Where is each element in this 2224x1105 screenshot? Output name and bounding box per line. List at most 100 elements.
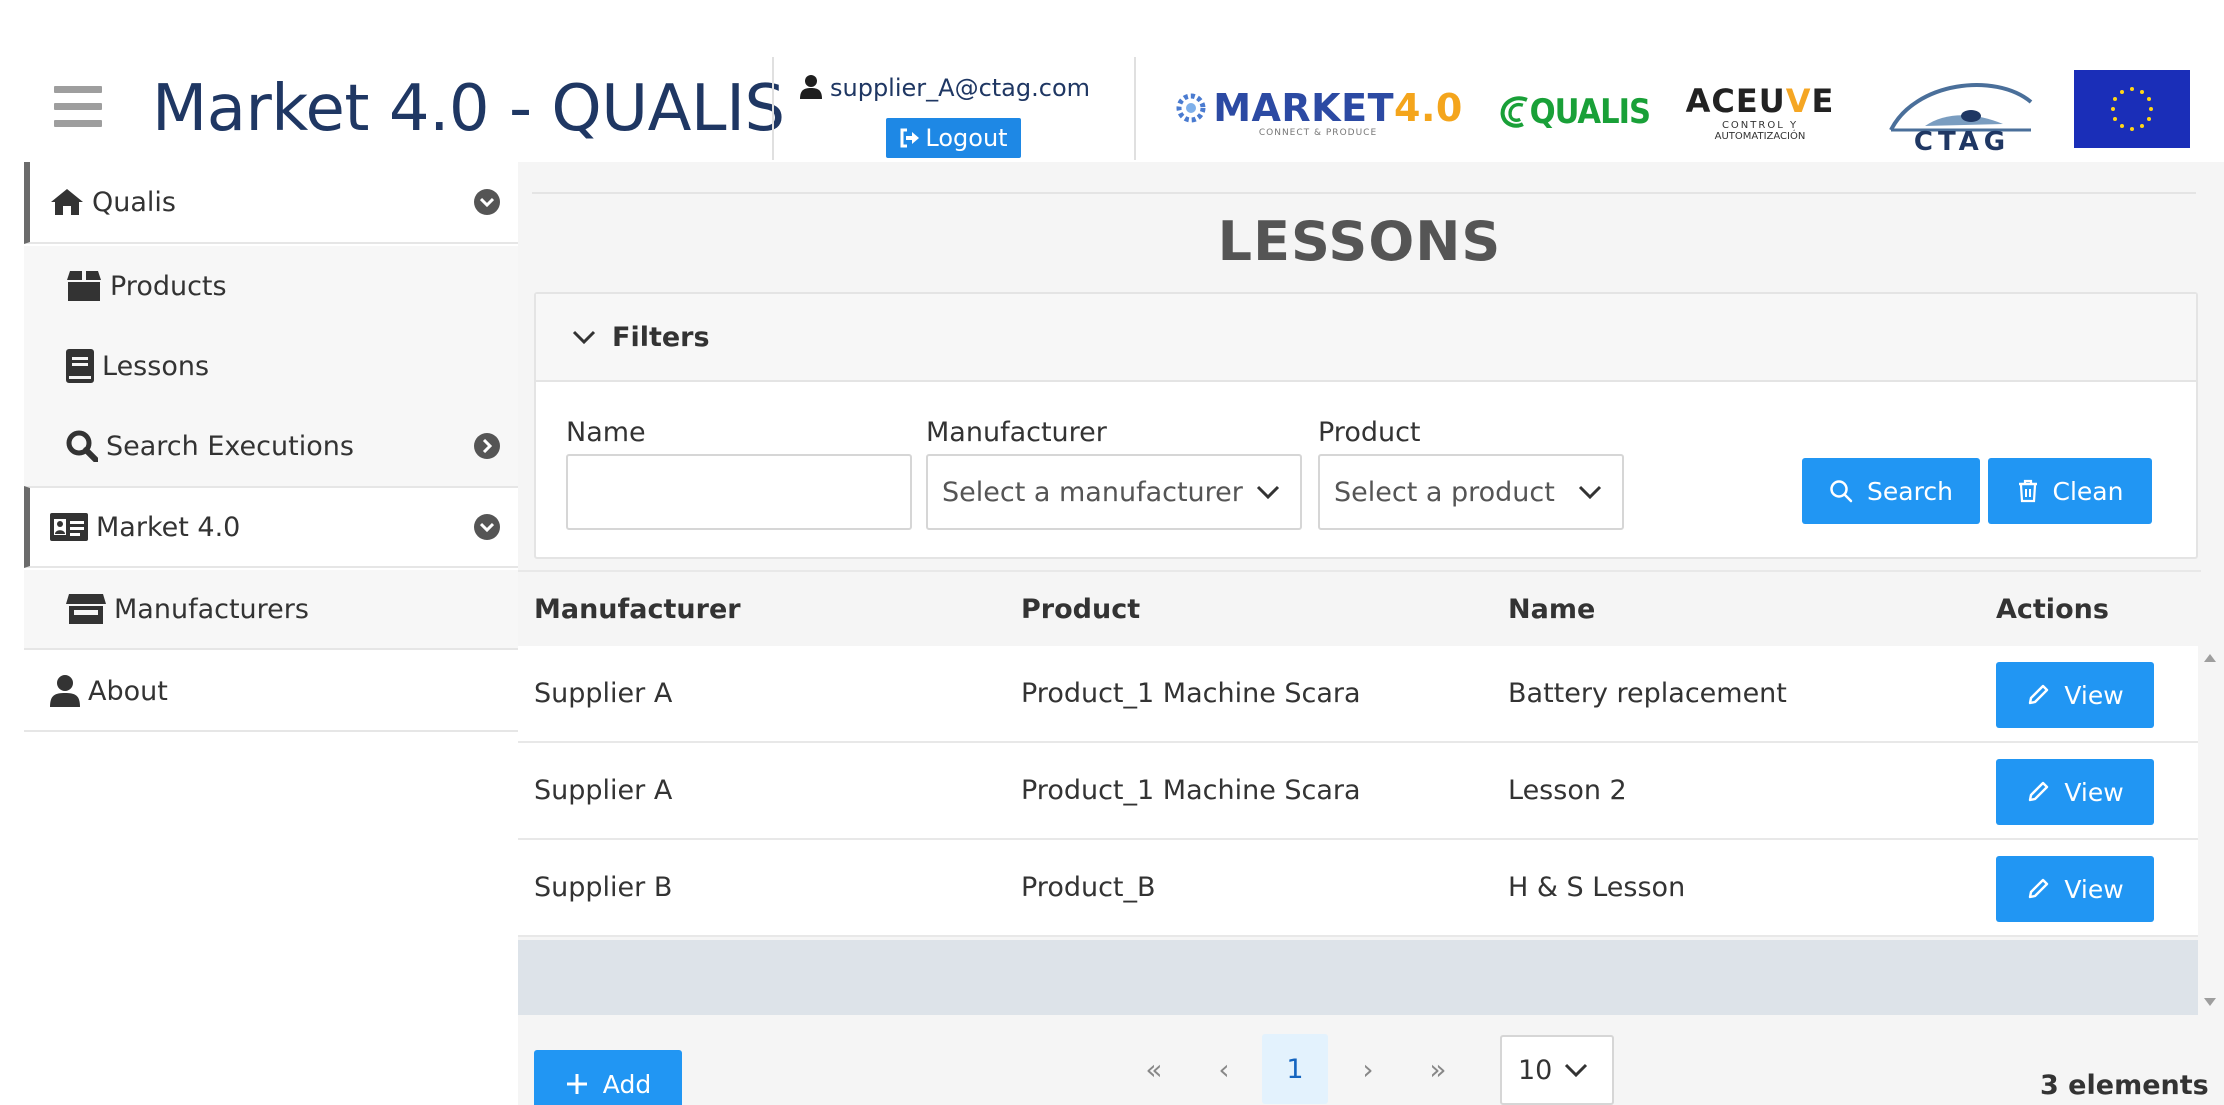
aceuve-subtitle-1: CONTROL Y (1721, 120, 1799, 131)
header-divider (772, 57, 774, 160)
chevron-down-icon (1565, 1063, 1588, 1077)
sidebar-item-manufacturers[interactable]: Manufacturers (24, 570, 518, 650)
table-row: Supplier A Product_1 Machine Scara Batte… (518, 646, 2198, 743)
cell-product: Product_B (1021, 872, 1156, 903)
app-title: Market 4.0 - QUALIS (152, 72, 785, 146)
table-empty-area (518, 940, 2198, 1015)
view-button[interactable]: View (1996, 662, 2154, 728)
name-label: Name (566, 417, 646, 448)
app-header: Market 4.0 - QUALIS supplier_A@ctag.com … (0, 0, 2224, 162)
user-email: supplier_A@ctag.com (830, 74, 1091, 102)
market-logo-tagline: CONNECT & PRODUCE (1258, 128, 1378, 138)
filters-panel: Filters Name Manufacturer Select a manuf… (534, 292, 2198, 559)
scroll-down-arrow-icon[interactable] (2204, 998, 2216, 1006)
clean-button-label: Clean (2052, 476, 2124, 506)
sidebar-item-products[interactable]: Products (24, 246, 518, 326)
product-select[interactable]: Select a product (1318, 454, 1624, 530)
aceuve-text-e: E (1811, 82, 1835, 120)
search-button[interactable]: Search (1802, 458, 1980, 524)
table-body: Supplier A Product_1 Machine Scara Batte… (518, 646, 2198, 937)
id-card-icon (50, 513, 88, 541)
qualis-swirl-icon (1500, 96, 1528, 128)
logout-button[interactable]: Logout (886, 118, 1021, 158)
sidebar-item-label: Market 4.0 (96, 511, 241, 543)
eu-flag-logo (2074, 70, 2190, 148)
sidebar-item-label: About (88, 675, 168, 707)
view-button-label: View (2064, 777, 2124, 807)
hamburger-menu-icon[interactable] (54, 86, 102, 128)
rows-per-page-select[interactable]: 10 (1500, 1035, 1614, 1105)
sidebar-item-label: Qualis (92, 186, 176, 218)
cell-product: Product_1 Machine Scara (1021, 775, 1361, 806)
market-logo-text: MARKET (1213, 86, 1394, 130)
sidebar-item-qualis[interactable]: Qualis (24, 162, 518, 244)
pencil-icon (2029, 684, 2049, 705)
gear-logo-icon (1176, 93, 1206, 123)
chevron-right-icon[interactable] (474, 433, 500, 459)
aceuve-text-a: ACEU (1685, 82, 1786, 120)
cell-name: Lesson 2 (1508, 775, 1627, 806)
sidebar-item-search-executions[interactable]: Search Executions (24, 406, 518, 486)
book-icon (66, 349, 94, 383)
user-icon (50, 675, 80, 707)
store-icon (66, 594, 106, 624)
page-current[interactable]: 1 (1262, 1034, 1328, 1104)
sidebar-item-lessons[interactable]: Lessons (24, 326, 518, 406)
cell-manufacturer: Supplier B (534, 872, 673, 903)
market40-logo: MARKET4.0 CONNECT & PRODUCE (1176, 70, 1462, 154)
column-header-manufacturer[interactable]: Manufacturer (534, 594, 741, 625)
column-header-actions: Actions (1996, 594, 2109, 625)
manufacturer-label: Manufacturer (926, 417, 1107, 448)
manufacturer-placeholder: Select a manufacturer (942, 476, 1243, 508)
add-button[interactable]: Add (534, 1050, 682, 1105)
cell-product: Product_1 Machine Scara (1021, 678, 1361, 709)
view-button-label: View (2064, 874, 2124, 904)
qualis-logo-text: QUALIS (1529, 92, 1651, 132)
next-page-icon[interactable]: › (1338, 1034, 1398, 1104)
chevron-down-icon (1578, 485, 1602, 499)
sidebar-item-label: Manufacturers (114, 593, 309, 625)
sign-out-icon (900, 128, 920, 148)
filters-toggle[interactable]: Filters (536, 294, 2196, 382)
add-button-label: Add (602, 1069, 652, 1099)
manufacturer-select[interactable]: Select a manufacturer (926, 454, 1302, 530)
sidebar-item-label: Lessons (102, 350, 210, 382)
view-button-label: View (2064, 680, 2124, 710)
pencil-icon (2029, 781, 2049, 802)
logout-label: Logout (925, 124, 1008, 152)
chevron-down-icon[interactable] (474, 514, 500, 540)
cell-name: H & S Lesson (1508, 872, 1686, 903)
box-icon (66, 270, 102, 302)
chevron-down-icon (572, 330, 596, 345)
clean-button[interactable]: Clean (1988, 458, 2152, 524)
sidebar: Qualis Products Lessons Search Execution… (24, 162, 518, 1105)
rows-per-page-value: 10 (1518, 1054, 1553, 1086)
table-row: Supplier B Product_B H & S Lesson View (518, 840, 2198, 937)
sidebar-item-market40[interactable]: Market 4.0 (24, 486, 518, 568)
pencil-icon (2029, 878, 2049, 899)
chevron-down-icon[interactable] (474, 189, 500, 215)
name-input[interactable] (566, 454, 912, 530)
previous-page-icon[interactable]: ‹ (1194, 1034, 1254, 1104)
last-page-icon[interactable]: » (1406, 1034, 1470, 1104)
product-label: Product (1318, 417, 1421, 448)
column-header-product[interactable]: Product (1021, 594, 1140, 625)
scroll-up-arrow-icon[interactable] (2204, 654, 2216, 662)
market-logo-version: 4.0 (1394, 86, 1463, 130)
search-button-label: Search (1867, 476, 1953, 506)
home-icon (50, 188, 84, 216)
main-content: LESSONS Filters Name Manufacturer Select… (518, 162, 2224, 1105)
qualis-logo: QUALIS (1500, 70, 1651, 154)
cell-manufacturer: Supplier A (534, 678, 673, 709)
first-page-icon[interactable]: « (1122, 1034, 1186, 1104)
column-header-name[interactable]: Name (1508, 594, 1595, 625)
aceuve-logo: ACEUVE CONTROL Y AUTOMATIZACIÓN (1686, 70, 1834, 154)
plus-icon (566, 1074, 587, 1094)
view-button[interactable]: View (1996, 856, 2154, 922)
view-button[interactable]: View (1996, 759, 2154, 825)
trash-icon (2018, 479, 2037, 503)
sidebar-item-about[interactable]: About (24, 652, 518, 732)
page-title: LESSONS (1217, 210, 1502, 273)
divider (532, 192, 2196, 194)
ctag-logo-text: CTAG (1914, 127, 2010, 152)
